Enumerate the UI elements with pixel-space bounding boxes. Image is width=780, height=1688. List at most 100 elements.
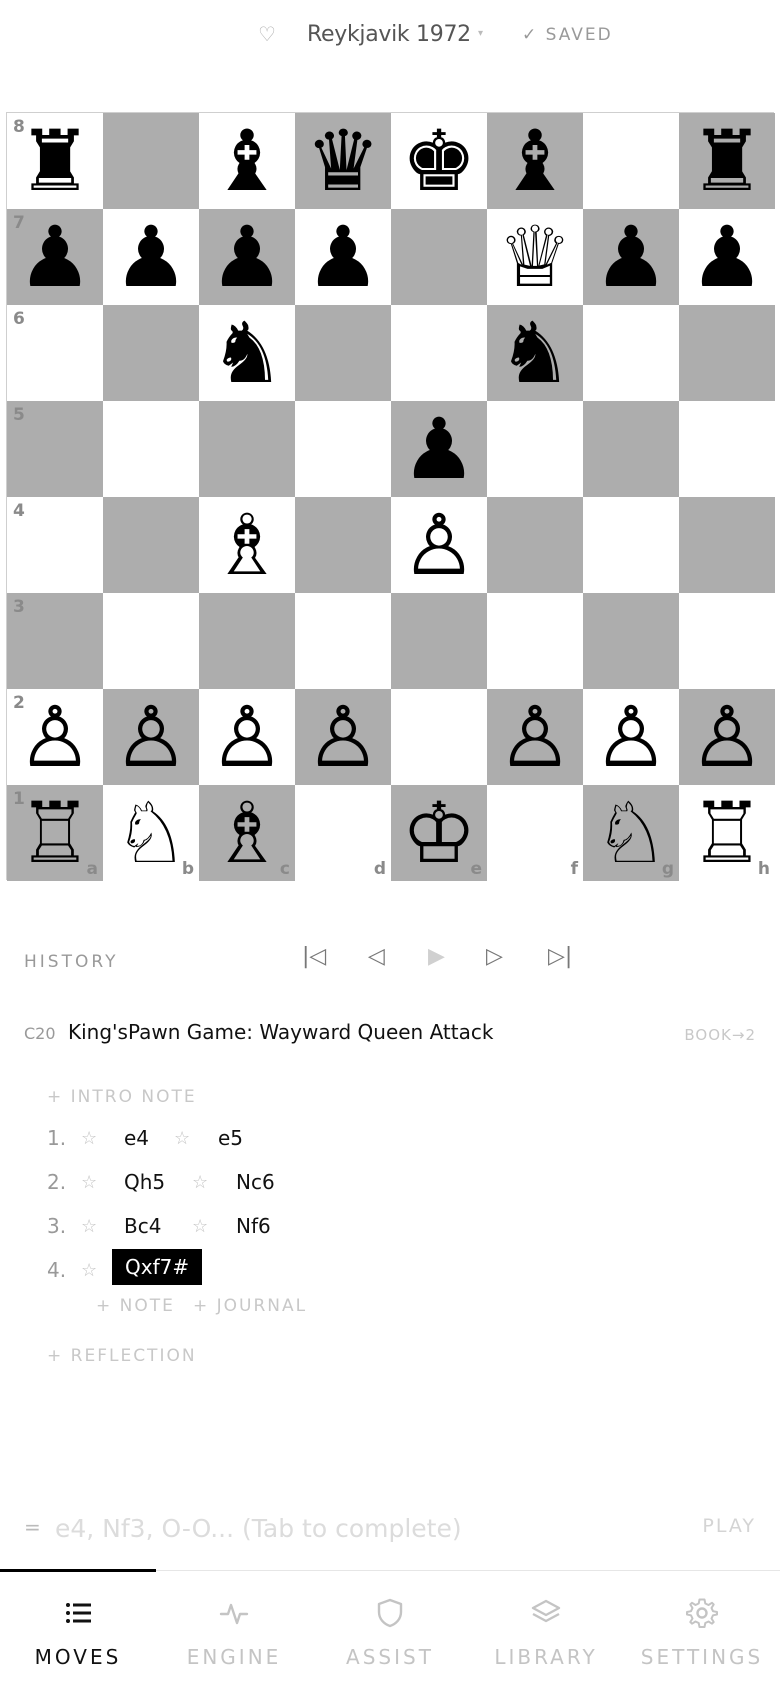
square-g5[interactable] xyxy=(583,401,679,497)
star-icon[interactable]: ☆ xyxy=(192,1216,208,1237)
chess-piece[interactable]: ♔ xyxy=(401,791,476,875)
chess-piece[interactable]: ♙ xyxy=(689,695,764,779)
chess-piece[interactable]: ♛ xyxy=(305,119,380,203)
square-c6[interactable]: ♞ xyxy=(199,305,295,401)
square-f8[interactable]: ♝ xyxy=(487,113,583,209)
chess-piece[interactable]: ♟ xyxy=(17,215,92,299)
square-a7[interactable]: ♟ 7 xyxy=(7,209,103,305)
chess-piece[interactable]: ♘ xyxy=(113,791,188,875)
square-h2[interactable]: ♙ xyxy=(679,689,775,785)
previous-move-button[interactable]: ◁ xyxy=(368,944,385,969)
square-h6[interactable] xyxy=(679,305,775,401)
play-move-button[interactable]: PLAY xyxy=(702,1515,756,1537)
square-d6[interactable] xyxy=(295,305,391,401)
chess-piece[interactable]: ♖ xyxy=(17,791,92,875)
square-b1[interactable]: ♘ b xyxy=(103,785,199,881)
square-g6[interactable] xyxy=(583,305,679,401)
favorite-heart-icon[interactable]: ♡ xyxy=(258,22,276,46)
black-move[interactable]: e5 xyxy=(218,1126,243,1150)
tab-assist[interactable]: ASSIST xyxy=(312,1571,468,1688)
square-h3[interactable] xyxy=(679,593,775,689)
square-g7[interactable]: ♟ xyxy=(583,209,679,305)
play-button[interactable]: ▶ xyxy=(428,944,445,969)
add-journal-button[interactable]: + JOURNAL xyxy=(193,1296,307,1316)
square-d2[interactable]: ♙ xyxy=(295,689,391,785)
square-g4[interactable] xyxy=(583,497,679,593)
square-b4[interactable] xyxy=(103,497,199,593)
add-intro-note-button[interactable]: + INTRO NOTE xyxy=(47,1087,197,1107)
square-b2[interactable]: ♙ xyxy=(103,689,199,785)
chess-piece[interactable]: ♙ xyxy=(17,695,92,779)
square-f6[interactable]: ♞ xyxy=(487,305,583,401)
chess-piece[interactable]: ♙ xyxy=(305,695,380,779)
star-icon[interactable]: ☆ xyxy=(174,1128,190,1149)
square-c3[interactable] xyxy=(199,593,295,689)
square-a5[interactable]: 5 xyxy=(7,401,103,497)
chess-board[interactable]: ♜ 8 ♝ ♛ ♚ ♝ ♜ ♟ 7 ♟ ♟ ♟ ♕ ♟ ♟ 6 ♞ ♞ 5 ♟ 4 ♗ ♙ 3 ♙ 2 ♙ ♙ ♙ ♙ ♙ ♙ ♖ 1 a ♘ b ♗ c d… xyxy=(6,112,775,881)
chess-piece[interactable]: ♘ xyxy=(593,791,668,875)
square-f2[interactable]: ♙ xyxy=(487,689,583,785)
square-a2[interactable]: ♙ 2 xyxy=(7,689,103,785)
chess-piece[interactable]: ♟ xyxy=(209,215,284,299)
star-icon[interactable]: ☆ xyxy=(81,1260,97,1281)
square-b8[interactable] xyxy=(103,113,199,209)
square-f1[interactable]: f xyxy=(487,785,583,881)
square-g8[interactable] xyxy=(583,113,679,209)
square-e2[interactable] xyxy=(391,689,487,785)
chess-piece[interactable]: ♗ xyxy=(209,791,284,875)
tab-engine[interactable]: ENGINE xyxy=(156,1571,312,1688)
square-d7[interactable]: ♟ xyxy=(295,209,391,305)
square-e7[interactable] xyxy=(391,209,487,305)
chess-piece[interactable]: ♙ xyxy=(401,503,476,587)
square-b7[interactable]: ♟ xyxy=(103,209,199,305)
chess-piece[interactable]: ♝ xyxy=(209,119,284,203)
square-e5[interactable]: ♟ xyxy=(391,401,487,497)
chess-piece[interactable]: ♖ xyxy=(689,791,764,875)
chess-piece[interactable]: ♟ xyxy=(113,215,188,299)
square-e3[interactable] xyxy=(391,593,487,689)
square-h5[interactable] xyxy=(679,401,775,497)
chess-piece[interactable]: ♞ xyxy=(497,311,572,395)
move-input[interactable] xyxy=(55,1508,655,1548)
book-moves-link[interactable]: BOOK→2 xyxy=(684,1026,756,1044)
square-a8[interactable]: ♜ 8 xyxy=(7,113,103,209)
current-move[interactable]: Qxf7# xyxy=(112,1249,203,1285)
square-a1[interactable]: ♖ 1 a xyxy=(7,785,103,881)
game-title[interactable]: Reykjavik 1972 xyxy=(307,22,471,47)
square-b3[interactable] xyxy=(103,593,199,689)
tab-settings[interactable]: SETTINGS xyxy=(624,1571,780,1688)
square-g1[interactable]: ♘ g xyxy=(583,785,679,881)
chess-piece[interactable]: ♟ xyxy=(593,215,668,299)
white-move[interactable]: Qh5 xyxy=(124,1170,165,1194)
black-move[interactable]: Nf6 xyxy=(236,1214,271,1238)
square-c8[interactable]: ♝ xyxy=(199,113,295,209)
square-e4[interactable]: ♙ xyxy=(391,497,487,593)
chess-piece[interactable]: ♙ xyxy=(593,695,668,779)
chess-piece[interactable]: ♞ xyxy=(209,311,284,395)
tab-moves[interactable]: MOVES xyxy=(0,1571,156,1688)
chess-piece[interactable]: ♟ xyxy=(305,215,380,299)
chess-piece[interactable]: ♟ xyxy=(401,407,476,491)
square-a4[interactable]: 4 xyxy=(7,497,103,593)
first-move-button[interactable]: |◁ xyxy=(302,944,326,969)
white-move[interactable]: Bc4 xyxy=(124,1214,161,1238)
square-c7[interactable]: ♟ xyxy=(199,209,295,305)
square-b6[interactable] xyxy=(103,305,199,401)
star-icon[interactable]: ☆ xyxy=(81,1216,97,1237)
chess-piece[interactable]: ♜ xyxy=(689,119,764,203)
square-f7[interactable]: ♕ xyxy=(487,209,583,305)
chess-piece[interactable]: ♝ xyxy=(497,119,572,203)
chess-piece[interactable]: ♟ xyxy=(689,215,764,299)
square-f3[interactable] xyxy=(487,593,583,689)
square-h8[interactable]: ♜ xyxy=(679,113,775,209)
square-d3[interactable] xyxy=(295,593,391,689)
square-c2[interactable]: ♙ xyxy=(199,689,295,785)
star-icon[interactable]: ☆ xyxy=(81,1172,97,1193)
square-d8[interactable]: ♛ xyxy=(295,113,391,209)
square-b5[interactable] xyxy=(103,401,199,497)
last-move-button[interactable]: ▷| xyxy=(548,944,572,969)
chess-piece[interactable]: ♙ xyxy=(209,695,284,779)
square-d1[interactable]: d xyxy=(295,785,391,881)
square-c5[interactable] xyxy=(199,401,295,497)
square-h7[interactable]: ♟ xyxy=(679,209,775,305)
